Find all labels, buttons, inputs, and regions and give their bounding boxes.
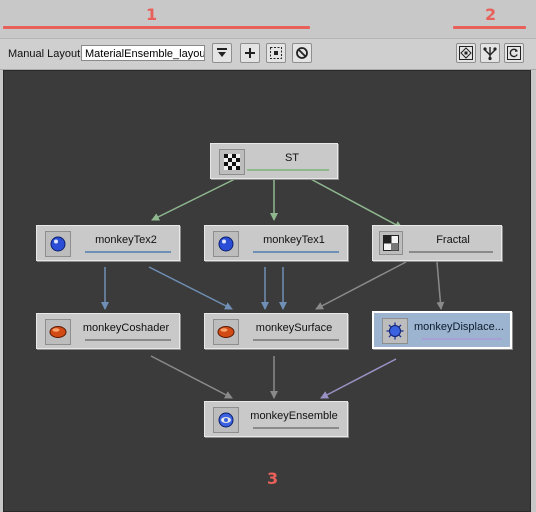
texture-sphere-icon [45, 231, 71, 257]
layout-select[interactable]: MaterialEnsemble_layout [81, 45, 205, 61]
node-monkeytex1[interactable]: monkeyTex1 [204, 225, 348, 261]
displacement-icon [382, 318, 408, 344]
node-label: monkeyCoshader [82, 322, 170, 334]
ensemble-icon [213, 407, 239, 433]
node-label: ST [284, 152, 300, 164]
node-output-bar [247, 169, 329, 171]
manual-layout-label: Manual Layout [8, 48, 81, 60]
shader-icon [45, 319, 71, 345]
toolbar: Manual Layout MaterialEnsemble_layout [0, 38, 536, 70]
node-edges [101, 176, 445, 399]
node-label: monkeyEnsemble [250, 410, 338, 422]
node-output-bar [422, 338, 502, 340]
node-label: monkeySurface [255, 322, 333, 334]
node-output-bar [253, 427, 339, 429]
frame-nodes-button[interactable] [456, 43, 476, 63]
node-output-bar [85, 339, 171, 341]
node-label: monkeyDisplace... [414, 321, 504, 333]
edge-monkeytex2-surface [148, 266, 233, 310]
layout-tree-button[interactable] [480, 43, 500, 63]
node-graph-canvas[interactable]: ST monkeyTex2 monkeyTex1 Fractal monkeyC… [3, 70, 531, 512]
select-all-button[interactable] [266, 43, 286, 63]
edge-fractal-surface [315, 261, 407, 310]
node-monkeytex2[interactable]: monkeyTex2 [36, 225, 180, 261]
layout-dropdown-button[interactable] [212, 43, 232, 63]
node-label: Fractal [436, 234, 470, 246]
node-monkeyensemble[interactable]: monkeyEnsemble [204, 401, 348, 437]
edge-displace-ensemble [320, 358, 397, 399]
layout-tree-icon [483, 47, 497, 61]
node-output-bar [253, 251, 339, 253]
checker-icon [219, 149, 245, 175]
edge-st-monkeytex2 [151, 176, 240, 221]
annotation-1-underline [3, 26, 310, 29]
annotation-1: 1 [146, 5, 158, 24]
annotation-3: 3 [267, 469, 279, 488]
shader-icon [213, 319, 239, 345]
node-label: monkeyTex1 [263, 234, 325, 246]
frame-nodes-icon [459, 46, 473, 60]
plus-icon [245, 48, 255, 58]
edge-st-fractal [306, 176, 403, 229]
frame-select-icon [270, 47, 282, 59]
refresh-button[interactable] [504, 43, 524, 63]
edge-fractal-displace [436, 261, 445, 310]
node-fractal[interactable]: Fractal [372, 225, 502, 261]
node-output-bar [253, 339, 339, 341]
node-monkeydisplace[interactable]: monkeyDisplace... [372, 311, 512, 349]
node-monkeycoshader[interactable]: monkeyCoshader [36, 313, 180, 349]
edge-coshader-ensemble [150, 355, 233, 399]
refresh-icon [507, 46, 521, 60]
dropdown-arrow-icon [217, 48, 227, 57]
add-layout-button[interactable] [240, 43, 260, 63]
clear-layout-button[interactable] [292, 43, 312, 63]
node-st[interactable]: ST [210, 143, 338, 179]
node-output-bar [85, 251, 171, 253]
annotation-2-underline [453, 26, 526, 29]
node-monkeysurface[interactable]: monkeySurface [204, 313, 348, 349]
texture-sphere-icon [213, 231, 239, 257]
node-output-bar [409, 251, 493, 253]
fractal-icon [379, 231, 403, 255]
annotation-2: 2 [485, 5, 497, 24]
node-label: monkeyTex2 [95, 234, 157, 246]
no-entry-icon [296, 47, 308, 59]
